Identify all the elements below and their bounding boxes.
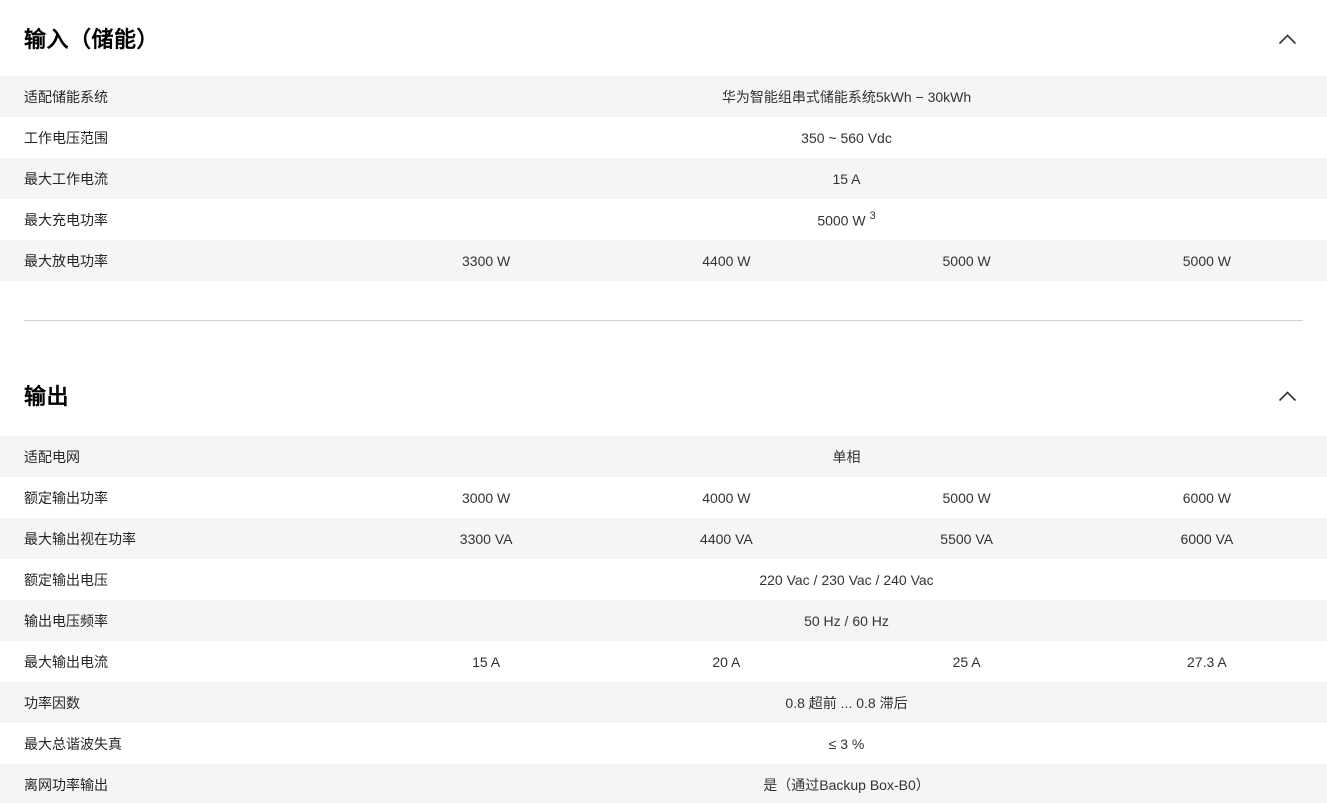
table-row: 适配电网 单相 <box>0 436 1327 477</box>
spec-label: 最大放电功率 <box>0 251 366 271</box>
table-row: 功率因数 0.8 超前 ... 0.8 滞后 <box>0 682 1327 723</box>
spec-label: 最大输出电流 <box>0 652 366 672</box>
output-table: 适配电网 单相 额定输出功率 3000 W 4000 W 5000 W 6000… <box>0 436 1327 803</box>
section-header-output[interactable]: 输出 <box>0 321 1327 436</box>
table-row: 额定输出电压 220 Vac / 230 Vac / 240 Vac <box>0 559 1327 600</box>
spec-value: 单相 <box>366 447 1327 467</box>
spec-label: 最大工作电流 <box>0 169 366 189</box>
table-row: 工作电压范围 350 ~ 560 Vdc <box>0 117 1327 158</box>
spec-value-col-2: 4400 VA <box>606 531 846 547</box>
spec-label: 工作电压范围 <box>0 128 366 148</box>
table-row: 最大放电功率 3300 W 4400 W 5000 W 5000 W <box>0 240 1327 281</box>
section-title: 输出 <box>24 378 69 416</box>
spec-value-col-2: 20 A <box>606 654 846 670</box>
spec-value-col-2: 4400 W <box>606 253 846 269</box>
spec-label: 适配电网 <box>0 447 366 467</box>
spec-value: ≤ 3 % <box>366 736 1327 752</box>
spec-value: 华为智能组串式储能系统5kWh − 30kWh <box>366 87 1327 107</box>
spec-value-col-1: 3300 VA <box>366 531 606 547</box>
spec-value: 350 ~ 560 Vdc <box>366 130 1327 146</box>
spec-value-col-2: 4000 W <box>606 490 846 506</box>
spec-value-col-1: 3300 W <box>366 253 606 269</box>
chevron-up-icon <box>1278 390 1297 405</box>
table-row: 最大输出电流 15 A 20 A 25 A 27.3 A <box>0 641 1327 682</box>
spec-label: 适配储能系统 <box>0 87 366 107</box>
spec-label: 额定输出功率 <box>0 488 366 508</box>
input-storage-table: 适配储能系统 华为智能组串式储能系统5kWh − 30kWh 工作电压范围 35… <box>0 76 1327 281</box>
spec-value-col-4: 6000 VA <box>1087 531 1327 547</box>
table-row: 输出电压频率 50 Hz / 60 Hz <box>0 600 1327 641</box>
spec-value-col-4: 6000 W <box>1087 490 1327 506</box>
spec-value: 5000 W 3 <box>366 211 1327 229</box>
spec-value: 15 A <box>366 171 1327 187</box>
spec-value-col-4: 27.3 A <box>1087 654 1327 670</box>
spec-value-col-1: 3000 W <box>366 490 606 506</box>
spec-label: 输出电压频率 <box>0 611 366 631</box>
spec-value: 50 Hz / 60 Hz <box>366 613 1327 629</box>
spec-label: 最大充电功率 <box>0 210 366 230</box>
section-header-input-storage[interactable]: 输入（储能） <box>0 0 1327 76</box>
table-row: 最大总谐波失真 ≤ 3 % <box>0 723 1327 764</box>
chevron-up-icon <box>1278 33 1297 48</box>
spec-page: 输入（储能） 适配储能系统 华为智能组串式储能系统5kWh − 30kWh 工作… <box>0 0 1327 803</box>
spec-value-col-3: 25 A <box>847 654 1087 670</box>
table-row: 额定输出功率 3000 W 4000 W 5000 W 6000 W <box>0 477 1327 518</box>
collapse-section-button[interactable] <box>1278 33 1297 48</box>
table-row: 适配储能系统 华为智能组串式储能系统5kWh − 30kWh <box>0 76 1327 117</box>
section-title: 输入（储能） <box>24 21 159 59</box>
spec-value-col-3: 5500 VA <box>847 531 1087 547</box>
table-row: 最大输出视在功率 3300 VA 4400 VA 5500 VA 6000 VA <box>0 518 1327 559</box>
spec-label: 最大输出视在功率 <box>0 529 366 549</box>
spec-value-text: 5000 W <box>817 212 865 228</box>
table-row: 最大充电功率 5000 W 3 <box>0 199 1327 240</box>
table-row: 离网功率输出 是（通过Backup Box-B0） <box>0 764 1327 803</box>
spec-label: 最大总谐波失真 <box>0 734 366 754</box>
spec-value: 是（通过Backup Box-B0） <box>366 775 1327 795</box>
spec-label: 功率因数 <box>0 693 366 713</box>
spec-value-col-1: 15 A <box>366 654 606 670</box>
footnote-marker: 3 <box>870 210 876 222</box>
spec-value: 0.8 超前 ... 0.8 滞后 <box>366 693 1327 713</box>
spec-value-col-4: 5000 W <box>1087 253 1327 269</box>
spec-label: 额定输出电压 <box>0 570 366 590</box>
spec-value-col-3: 5000 W <box>847 253 1087 269</box>
spec-value: 220 Vac / 230 Vac / 240 Vac <box>366 572 1327 588</box>
table-row: 最大工作电流 15 A <box>0 158 1327 199</box>
spec-value-col-3: 5000 W <box>847 490 1087 506</box>
collapse-section-button[interactable] <box>1278 390 1297 405</box>
spec-label: 离网功率输出 <box>0 775 366 795</box>
